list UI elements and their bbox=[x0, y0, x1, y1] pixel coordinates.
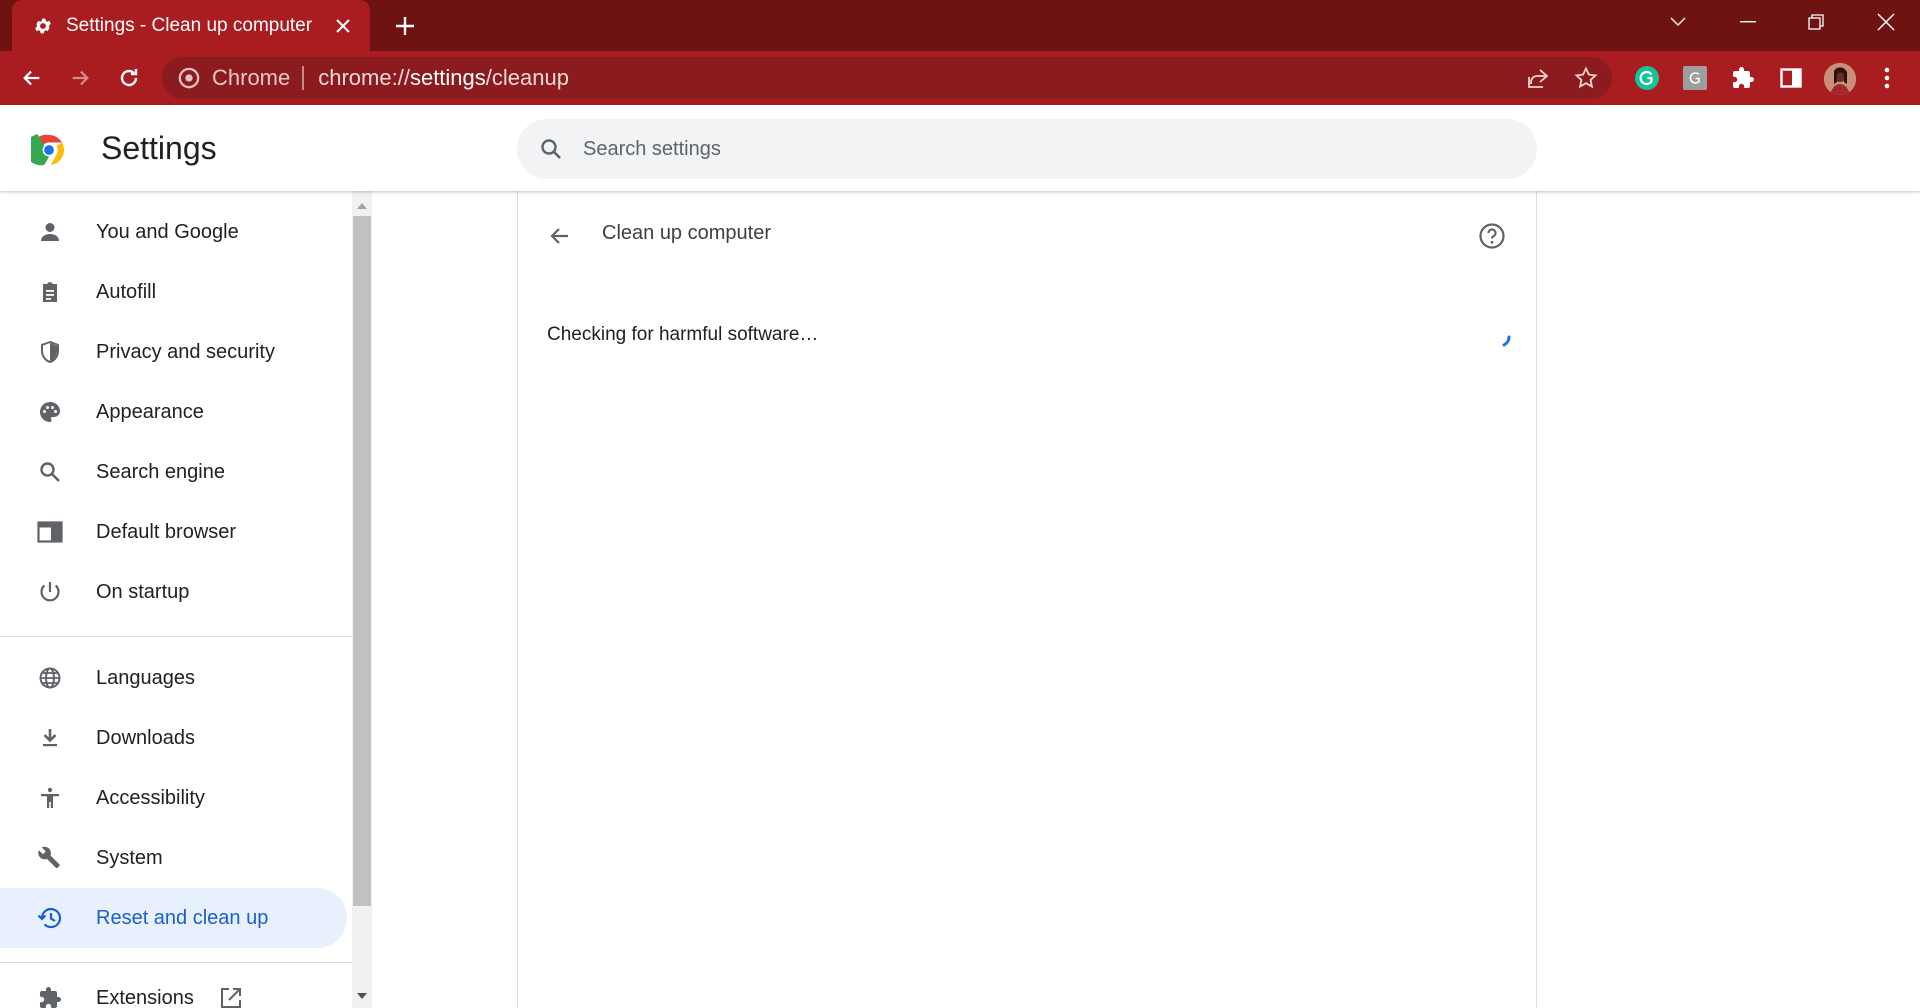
sidebar-item-languages[interactable]: Languages bbox=[0, 648, 347, 708]
sidebar-item-downloads[interactable]: Downloads bbox=[0, 708, 347, 768]
sidebar-item-appearance[interactable]: Appearance bbox=[0, 382, 347, 442]
settings-sidebar: You and Google Autofill Privacy and secu… bbox=[0, 191, 352, 1008]
sidebar-item-reset-and-clean-up[interactable]: Reset and clean up bbox=[0, 888, 347, 948]
clipboard-icon bbox=[36, 278, 64, 306]
sidebar-item-label: Accessibility bbox=[96, 786, 205, 809]
sidebar-item-label: Extensions bbox=[96, 986, 194, 1008]
bookmark-star-icon[interactable] bbox=[1567, 59, 1605, 97]
site-chip-label: Chrome bbox=[212, 65, 291, 90]
page-title: Settings bbox=[101, 130, 217, 166]
grammarly-extension-icon[interactable] bbox=[1631, 62, 1663, 94]
sidebar-divider bbox=[0, 962, 352, 963]
url-path: /cleanup bbox=[485, 65, 569, 90]
sidebar-item-label: Search engine bbox=[96, 460, 225, 483]
sidebar-scrollbar-thumb[interactable] bbox=[353, 216, 371, 906]
chrome-logo-icon bbox=[25, 132, 67, 168]
sidebar-item-label: Appearance bbox=[96, 400, 204, 423]
sidebar-item-privacy-and-security[interactable]: Privacy and security bbox=[0, 322, 347, 382]
search-icon bbox=[539, 137, 563, 161]
loading-spinner-icon bbox=[1486, 324, 1516, 354]
sidebar-item-you-and-google[interactable]: You and Google bbox=[0, 202, 347, 262]
download-icon bbox=[36, 724, 64, 752]
sidebar-item-label: You and Google bbox=[96, 220, 239, 243]
sidebar-item-label: On startup bbox=[96, 580, 190, 603]
accessibility-icon bbox=[36, 784, 64, 812]
globe-icon bbox=[36, 664, 64, 692]
wrench-icon bbox=[36, 844, 64, 872]
tab-strip: Settings - Clean up computer bbox=[0, 0, 1920, 51]
restore-icon[interactable] bbox=[1786, 0, 1846, 44]
scan-status-text: Checking for harmful software… bbox=[547, 324, 819, 345]
g-extension-icon[interactable] bbox=[1679, 62, 1711, 94]
subpage-title: Clean up computer bbox=[602, 222, 771, 244]
omnibox-separator bbox=[302, 66, 305, 90]
tab-search-chevron-icon[interactable] bbox=[1648, 0, 1708, 44]
puzzle-icon bbox=[36, 984, 64, 1008]
tab-settings[interactable]: Settings - Clean up computer bbox=[12, 0, 370, 51]
sidebar-divider bbox=[0, 636, 352, 637]
power-icon bbox=[36, 578, 64, 606]
url-scheme: chrome:// bbox=[318, 65, 410, 90]
sidebar-item-label: Autofill bbox=[96, 280, 157, 303]
browser-window-icon bbox=[36, 518, 64, 546]
help-icon[interactable] bbox=[1472, 216, 1512, 256]
extensions-puzzle-icon[interactable] bbox=[1727, 62, 1759, 94]
sidebar-item-label: Privacy and security bbox=[96, 340, 275, 363]
open-in-new-icon bbox=[220, 987, 242, 1008]
sidebar-item-on-startup[interactable]: On startup bbox=[0, 562, 347, 622]
search-icon bbox=[36, 458, 64, 486]
sidebar-item-label: Default browser bbox=[96, 520, 237, 543]
profile-avatar[interactable] bbox=[1824, 63, 1856, 95]
url-host: settings bbox=[409, 65, 486, 90]
share-icon[interactable] bbox=[1519, 59, 1557, 97]
person-icon bbox=[36, 218, 64, 246]
sidebar-item-system[interactable]: System bbox=[0, 828, 347, 888]
new-tab-icon[interactable] bbox=[390, 12, 420, 40]
more-menu-icon[interactable] bbox=[1871, 62, 1903, 94]
tab-title: Settings - Clean up computer bbox=[66, 14, 313, 36]
window-close-icon[interactable] bbox=[1856, 0, 1916, 44]
side-panel-icon[interactable] bbox=[1775, 62, 1807, 94]
sidebar-item-label: System bbox=[96, 846, 163, 869]
scroll-down-arrow-icon[interactable] bbox=[352, 986, 372, 1006]
shield-icon bbox=[36, 338, 64, 366]
address-bar[interactable]: Chrome chrome://settings/cleanup bbox=[162, 57, 1612, 99]
gear-icon bbox=[32, 15, 54, 37]
settings-header: Settings bbox=[0, 105, 1920, 191]
sidebar-item-label: Languages bbox=[96, 666, 195, 689]
browser-toolbar: Chrome chrome://settings/cleanup bbox=[0, 51, 1920, 105]
scroll-up-arrow-icon[interactable] bbox=[352, 196, 372, 216]
forward-arrow-icon[interactable] bbox=[61, 59, 99, 97]
site-chip[interactable]: Chrome bbox=[178, 65, 290, 91]
back-arrow-icon[interactable] bbox=[540, 216, 580, 256]
sidebar-item-default-browser[interactable]: Default browser bbox=[0, 502, 347, 562]
back-arrow-icon[interactable] bbox=[13, 59, 51, 97]
minimize-icon[interactable] bbox=[1718, 0, 1778, 44]
chrome-logo-icon bbox=[178, 67, 200, 89]
history-icon bbox=[36, 904, 64, 932]
sidebar-item-autofill[interactable]: Autofill bbox=[0, 262, 347, 322]
reload-icon[interactable] bbox=[110, 59, 148, 97]
search-input[interactable] bbox=[583, 137, 1483, 161]
sidebar-item-label: Downloads bbox=[96, 726, 195, 749]
sidebar-item-search-engine[interactable]: Search engine bbox=[0, 442, 347, 502]
settings-search-box[interactable] bbox=[517, 119, 1537, 179]
tab-close-icon[interactable] bbox=[330, 13, 356, 39]
cleanup-card: Clean up computer Checking for harmful s… bbox=[517, 191, 1537, 1008]
palette-icon bbox=[36, 398, 64, 426]
sidebar-item-label: Reset and clean up bbox=[96, 906, 269, 929]
sidebar-item-accessibility[interactable]: Accessibility bbox=[0, 768, 347, 828]
sidebar-item-extensions[interactable]: Extensions bbox=[0, 968, 347, 1008]
